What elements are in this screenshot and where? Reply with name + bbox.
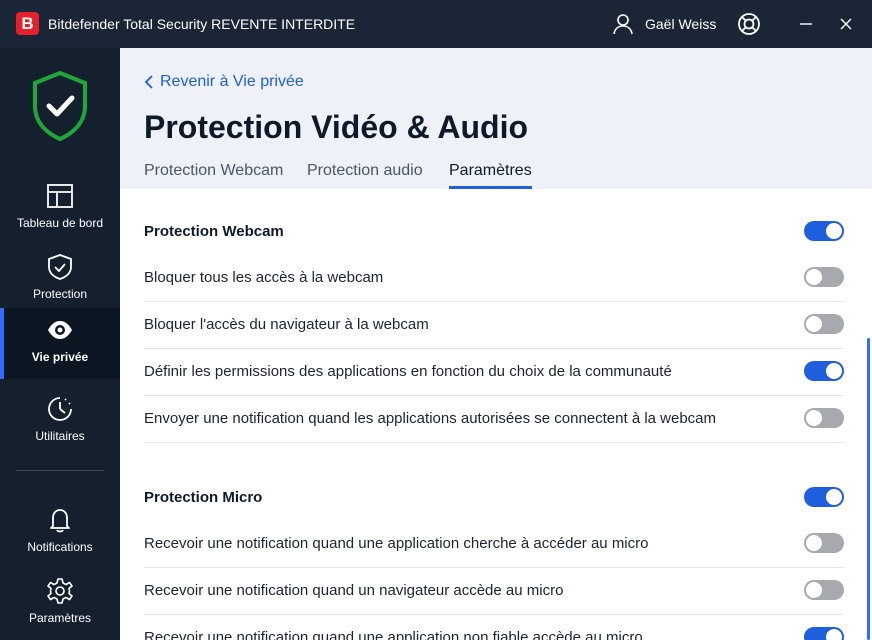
sidebar-item-label: Protection [32,287,88,301]
back-link[interactable]: Revenir à Vie privée [144,73,304,91]
toggle-knob [826,489,842,505]
tab-audio-protection[interactable]: Protection audio [307,162,423,189]
sidebar-item-dashboard[interactable]: Tableau de bord [0,174,120,245]
sidebar-item-label: Tableau de bord [16,216,104,230]
setting-label: Envoyer une notification quand les appli… [144,410,717,427]
app-micro-access-notification-toggle[interactable] [804,533,844,553]
clock-gauge-icon [48,397,72,421]
micro-protection-toggle[interactable] [804,487,844,507]
toggle-knob [806,582,822,598]
setting-row: Envoyer une notification quand les appli… [144,396,844,443]
sidebar-item-label: Vie privée [31,350,89,364]
toggle-knob [806,535,822,551]
toggle-knob [826,363,842,379]
page-header: Revenir à Vie privée Protection Vidéo & … [120,48,872,189]
setting-label: Définir les permissions des applications… [144,363,672,380]
setting-row: Bloquer tous les accès à la webcam [144,255,844,302]
block-browser-webcam-access-toggle[interactable] [804,314,844,334]
toggle-knob [806,316,822,332]
tab-label: Protection audio [307,162,423,179]
section-title: Protection Webcam [144,223,284,240]
setting-row: Recevoir une notification quand une appl… [144,615,844,640]
untrusted-app-micro-notification-toggle[interactable] [804,627,844,640]
gear-icon [47,578,73,604]
block-all-webcam-access-toggle[interactable] [804,267,844,287]
shield-check-icon [48,254,72,280]
help-lifebuoy-icon[interactable] [737,12,761,36]
security-status-shield-icon [33,70,87,142]
community-permissions-toggle[interactable] [804,361,844,381]
setting-row: Définir les permissions des applications… [144,349,844,396]
sidebar-divider [16,470,104,471]
setting-label: Bloquer l'accès du navigateur à la webca… [144,316,429,333]
setting-label: Recevoir une notification quand une appl… [144,629,643,640]
toggle-knob [826,223,842,239]
toggle-knob [826,629,842,640]
close-button[interactable] [836,14,856,34]
section-title: Protection Micro [144,489,263,506]
tab-label: Paramètres [449,162,532,179]
setting-label: Recevoir une notification quand une appl… [144,535,649,552]
toggle-knob [806,269,822,285]
tab-settings[interactable]: Paramètres [449,162,532,189]
sidebar-item-label: Notifications [27,540,93,554]
dashboard-icon [47,184,73,208]
content-scrollbar[interactable] [867,338,870,640]
sidebar: Tableau de bord Protection Vie privée Ut… [0,48,120,640]
sidebar-item-settings[interactable]: Paramètres [0,569,120,640]
micro-protection-section-header: Protection Micro [144,475,844,522]
user-name[interactable]: Gaël Weiss [645,16,716,32]
settings-content: Protection Webcam Bloquer tous les accès… [120,189,872,640]
user-icon[interactable] [612,13,634,35]
webcam-connect-notification-toggle[interactable] [804,408,844,428]
setting-row: Bloquer l'accès du navigateur à la webca… [144,302,844,349]
sidebar-item-label: Paramètres [28,611,92,625]
sidebar-item-label: Utilitaires [35,429,85,443]
app-title: Bitdefender Total Security REVENTE INTER… [48,16,356,32]
setting-row: Recevoir une notification quand un navig… [144,568,844,615]
toggle-knob [806,410,822,426]
sidebar-item-privacy[interactable]: Vie privée [0,308,120,379]
sidebar-item-protection[interactable]: Protection [0,245,120,316]
tab-label: Protection Webcam [144,162,284,179]
sidebar-item-notifications[interactable]: Notifications [0,498,120,569]
bitdefender-logo: B [16,12,39,35]
webcam-protection-section-header: Protection Webcam [144,209,844,256]
setting-label: Bloquer tous les accès à la webcam [144,269,384,286]
setting-row: Recevoir une notification quand une appl… [144,521,844,568]
setting-label: Recevoir une notification quand un navig… [144,582,564,599]
page-title: Protection Vidéo & Audio [144,109,529,145]
active-indicator [0,308,4,379]
browser-micro-access-notification-toggle[interactable] [804,580,844,600]
eye-icon [48,321,72,339]
webcam-protection-toggle[interactable] [804,221,844,241]
chevron-left-icon [144,75,153,89]
minimize-button[interactable] [796,14,816,34]
tab-webcam-protection[interactable]: Protection Webcam [144,162,283,189]
title-bar: B Bitdefender Total Security REVENTE INT… [0,0,872,48]
bell-icon [50,509,70,533]
back-link-label: Revenir à Vie privée [160,73,304,90]
sidebar-item-utilities[interactable]: Utilitaires [0,387,120,458]
